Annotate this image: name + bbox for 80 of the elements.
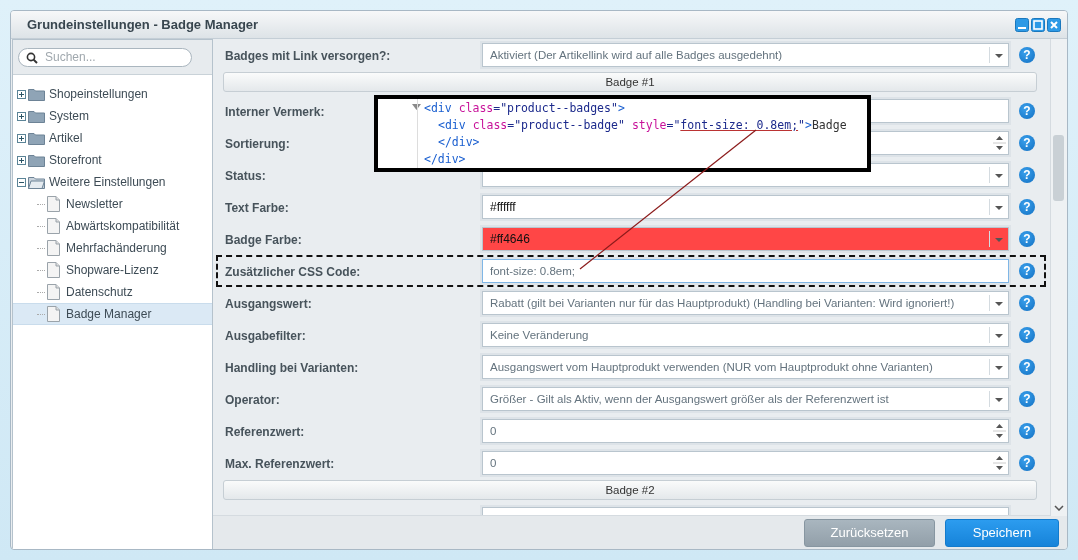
page-icon <box>47 262 60 278</box>
field-label: Ausgabefilter: <box>225 329 306 343</box>
field-label: Handling bei Varianten: <box>225 361 359 375</box>
field-label: Text Farbe: <box>225 201 289 215</box>
help-icon[interactable]: ? <box>1019 359 1035 375</box>
scroll-down-icon[interactable] <box>1054 505 1064 511</box>
help-icon[interactable]: ? <box>1019 423 1035 439</box>
minimize-icon[interactable] <box>1015 17 1029 32</box>
help-icon[interactable]: ? <box>1019 47 1035 63</box>
tree-item[interactable]: Storefront <box>13 149 212 171</box>
code-line: </div> <box>424 151 466 166</box>
folder-icon <box>28 175 45 189</box>
expand-icon[interactable] <box>17 133 26 143</box>
help-icon[interactable]: ? <box>1019 199 1035 215</box>
field-label: Sortierung: <box>225 137 290 151</box>
save-button[interactable]: Speichern <box>945 518 1059 547</box>
folder-icon <box>28 153 45 167</box>
page-icon <box>47 284 60 300</box>
tree-item[interactable]: System <box>13 105 212 127</box>
help-icon[interactable]: ? <box>1019 167 1035 183</box>
tree-item[interactable]: Artikel <box>13 127 212 149</box>
search-field[interactable]: Suchen... <box>18 47 192 67</box>
collapse-icon[interactable] <box>17 177 26 187</box>
page-icon <box>47 306 60 322</box>
dropdown-field[interactable]: #ff4646 <box>482 227 1009 251</box>
section-header[interactable]: Badge #2 <box>223 480 1037 500</box>
code-line: <div class="product--badges"> <box>424 100 625 115</box>
page-icon <box>47 196 60 212</box>
field-label: Badge Farbe: <box>225 233 302 247</box>
maximize-icon[interactable] <box>1031 17 1045 32</box>
page-icon <box>47 218 60 234</box>
dropdown-field[interactable]: #ffffff <box>482 195 1009 219</box>
tree-item[interactable]: Shopeinstellungen <box>13 83 212 105</box>
folder-icon <box>28 109 45 123</box>
tree-item[interactable]: Abwärtskompatibilität <box>13 215 212 237</box>
tree-item[interactable]: Shopware-Lizenz <box>13 259 212 281</box>
expand-icon[interactable] <box>17 155 26 165</box>
help-icon[interactable]: ? <box>1019 391 1035 407</box>
dropdown-field[interactable]: Größer - Gilt als Aktiv, wenn der Ausgangswert größer als der Referenzwert ist <box>482 387 1009 411</box>
folder-icon <box>28 87 45 101</box>
help-icon[interactable]: ? <box>1019 231 1035 247</box>
folder-icon <box>28 131 45 145</box>
scrollbar-thumb[interactable] <box>1053 135 1064 201</box>
field-label: Interner Vermerk: <box>225 105 325 119</box>
page-icon <box>47 240 60 256</box>
field-label: Status: <box>225 169 266 183</box>
section-header[interactable]: Badge #1 <box>223 72 1037 92</box>
help-icon[interactable]: ? <box>1019 263 1035 279</box>
field-label: Max. Referenzwert: <box>225 457 335 471</box>
help-icon[interactable]: ? <box>1019 295 1035 311</box>
field-label: Zusätzlicher CSS Code: <box>225 265 361 279</box>
search-icon <box>26 51 38 64</box>
tree-item[interactable]: Datenschutz <box>13 281 212 303</box>
field-label: Badges mit Link versorgen?: <box>225 49 391 63</box>
field-label: Operator: <box>225 393 280 407</box>
input-field[interactable]: font-size: 0.8em; <box>482 259 1009 283</box>
number-field[interactable]: 0 <box>482 451 1009 475</box>
number-field[interactable]: 0 <box>482 419 1009 443</box>
field-label: Referenzwert: <box>225 425 305 439</box>
tree-item[interactable]: Badge Manager <box>13 303 212 325</box>
help-icon[interactable]: ? <box>1019 455 1035 471</box>
help-icon[interactable]: ? <box>1019 135 1035 151</box>
scrollbar[interactable] <box>1050 39 1067 516</box>
field-label: Ausgangswert: <box>225 297 312 311</box>
tree-item[interactable]: Newsletter <box>13 193 212 215</box>
help-icon[interactable]: ? <box>1019 103 1035 119</box>
expand-icon[interactable] <box>17 89 26 99</box>
caret-down-icon[interactable] <box>412 104 421 111</box>
window-title: Grundeinstellungen - Badge Manager <box>27 17 259 32</box>
tree-item[interactable]: Weitere Einstellungen <box>13 171 212 193</box>
dropdown-field[interactable]: Aktiviert (Der Artikellink wird auf alle Badges ausgedehnt) <box>482 43 1009 67</box>
close-icon[interactable] <box>1047 17 1061 32</box>
code-line: </div> <box>438 134 480 149</box>
dropdown-field[interactable]: Ausgangswert vom Hauptprodukt verwenden (NUR vom Hauptprodukt ohne Varianten) <box>482 355 1009 379</box>
dropdown-field[interactable]: Rabatt (gilt bei Varianten nur für das Hauptprodukt) (Handling bei Varianten: Wird ignoriert!) <box>482 291 1009 315</box>
tree-item[interactable]: Mehrfachänderung <box>13 237 212 259</box>
code-line: <div class="product--badge" style="font-size: 0.8em;">Badge <box>438 117 847 132</box>
expand-icon[interactable] <box>17 111 26 121</box>
help-icon[interactable]: ? <box>1019 327 1035 343</box>
dropdown-field[interactable]: Keine Veränderung <box>482 323 1009 347</box>
